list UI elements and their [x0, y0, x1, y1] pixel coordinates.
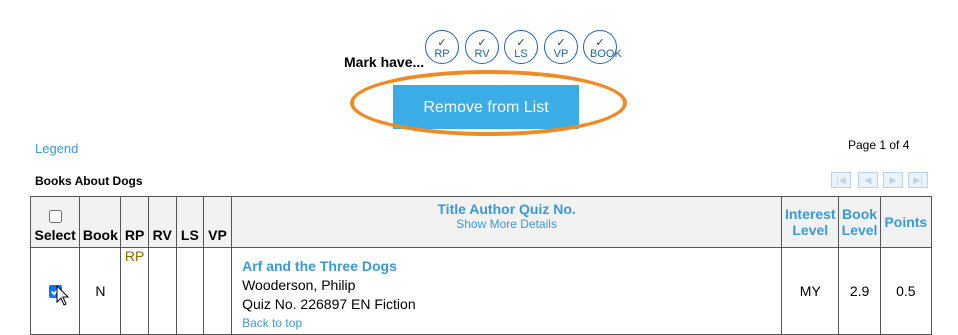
mouse-pointer-icon [56, 285, 70, 306]
vp-cell [202, 247, 233, 335]
table-row: N RP Arf and the Three Dogs Wooderson, P… [29, 247, 933, 335]
rp-cell: RP [120, 247, 149, 335]
section-title: Books About Dogs [35, 174, 143, 188]
page-info: Page 1 of 4 [848, 138, 910, 152]
book-author: Wooderson, Philip [242, 277, 356, 293]
points-cell: 0.5 [879, 247, 933, 335]
interest-level-cell: MY [781, 247, 840, 335]
check-icon: ✓ [556, 37, 566, 49]
mark-ls-label: LS [514, 48, 528, 60]
mark-ls-button[interactable]: ✓ LS [504, 30, 538, 64]
mark-vp-label: VP [553, 48, 569, 60]
rv-cell [147, 247, 177, 335]
mark-rp-button[interactable]: ✓ RP [425, 30, 459, 64]
show-more-details-link[interactable]: Show More Details [232, 217, 781, 231]
points-header[interactable]: Points [879, 196, 933, 248]
interest-level-header[interactable]: Interest Level [781, 196, 840, 248]
title-author-quiz-sort[interactable]: Title Author Quiz No. [232, 201, 781, 217]
check-icon: ✓ [477, 37, 487, 49]
first-page-icon[interactable]: |◀ [831, 172, 851, 188]
prev-page-icon[interactable]: ◀ [858, 172, 878, 188]
mark-vp-button[interactable]: ✓ VP [544, 30, 578, 64]
mark-have-label: Mark have... [344, 54, 425, 70]
ls-header: LS [175, 196, 204, 248]
check-icon: ✓ [595, 37, 605, 49]
back-to-top-link[interactable]: Back to top [242, 316, 781, 330]
books-table: Select Book RP RV LS VP Title Author Qui… [29, 196, 933, 335]
vp-header: VP [202, 196, 233, 248]
rv-header: RV [147, 196, 177, 248]
select-all-checkbox[interactable] [48, 210, 62, 223]
mark-book-button[interactable]: ✓ BOOK [583, 30, 622, 64]
remove-from-list-button[interactable]: Remove from List [393, 85, 579, 129]
book-cell: N [79, 247, 122, 335]
check-icon: ✓ [437, 37, 447, 49]
mark-book-label: BOOK [590, 48, 622, 60]
next-page-icon[interactable]: ▶ [883, 172, 903, 188]
check-icon: ✓ [516, 37, 526, 49]
book-title-link[interactable]: Arf and the Three Dogs [242, 258, 781, 274]
legend-link[interactable]: Legend [35, 141, 78, 156]
mark-rv-label: RV [474, 48, 490, 60]
book-level-cell: 2.9 [838, 247, 881, 335]
rp-header: RP [120, 196, 149, 248]
mark-rp-label: RP [434, 48, 450, 60]
book-header: Book [79, 196, 122, 248]
book-level-header[interactable]: Book Level [838, 196, 881, 248]
table-header-row: Select Book RP RV LS VP Title Author Qui… [29, 196, 933, 248]
ls-cell [175, 247, 204, 335]
last-page-icon[interactable]: ▶| [908, 172, 928, 188]
title-header: Title Author Quiz No. Show More Details [231, 196, 783, 248]
select-header-label: Select [34, 227, 76, 243]
title-cell: Arf and the Three Dogs Wooderson, Philip… [231, 247, 783, 335]
select-header: Select [29, 196, 81, 248]
mark-rv-button[interactable]: ✓ RV [465, 30, 499, 64]
quiz-number: Quiz No. 226897 EN Fiction [242, 296, 416, 312]
